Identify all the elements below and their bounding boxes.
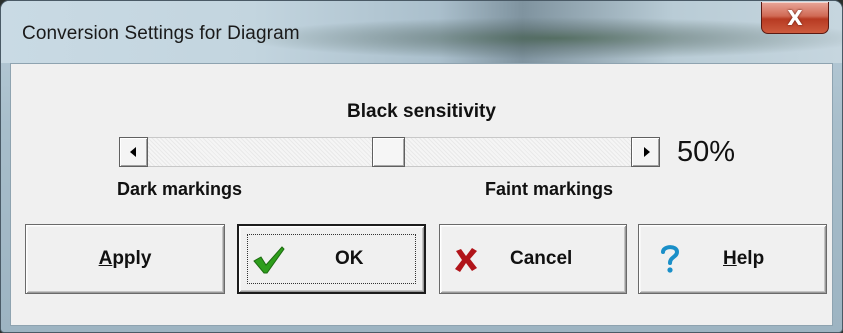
checkmark-icon: [253, 246, 285, 274]
arrow-right-icon: [644, 147, 650, 157]
question-mark-icon: [661, 245, 679, 273]
window-title: Conversion Settings for Diagram: [22, 23, 300, 44]
dark-markings-label: Dark markings: [117, 179, 243, 199]
close-button[interactable]: X: [761, 2, 829, 34]
faint-markings-label: Faint markings: [485, 179, 614, 199]
help-button[interactable]: Help: [638, 224, 827, 294]
scroll-right-button[interactable]: [631, 137, 660, 167]
cancel-button[interactable]: Cancel: [439, 224, 627, 294]
apply-label: Apply: [98, 248, 152, 269]
dialog-body: Black sensitivity 50% Dark markings Fain…: [10, 63, 833, 326]
red-x-icon: [455, 248, 477, 272]
sensitivity-heading: Black sensitivity: [347, 101, 496, 122]
cancel-label: Cancel: [510, 248, 573, 269]
help-label: Help: [723, 248, 765, 269]
close-icon: X: [787, 5, 803, 30]
title-bar[interactable]: Conversion Settings for Diagram X: [1, 1, 842, 63]
scroll-left-button[interactable]: [119, 137, 148, 167]
arrow-left-icon: [130, 147, 136, 157]
ok-label: OK: [335, 248, 364, 269]
sensitivity-value: 50%: [677, 136, 736, 168]
ok-button[interactable]: OK: [237, 224, 426, 294]
slider-thumb[interactable]: [372, 137, 405, 167]
dialog-window: Conversion Settings for Diagram X Black …: [0, 0, 843, 333]
sensitivity-slider[interactable]: [119, 137, 660, 167]
apply-button[interactable]: Apply: [25, 224, 225, 294]
